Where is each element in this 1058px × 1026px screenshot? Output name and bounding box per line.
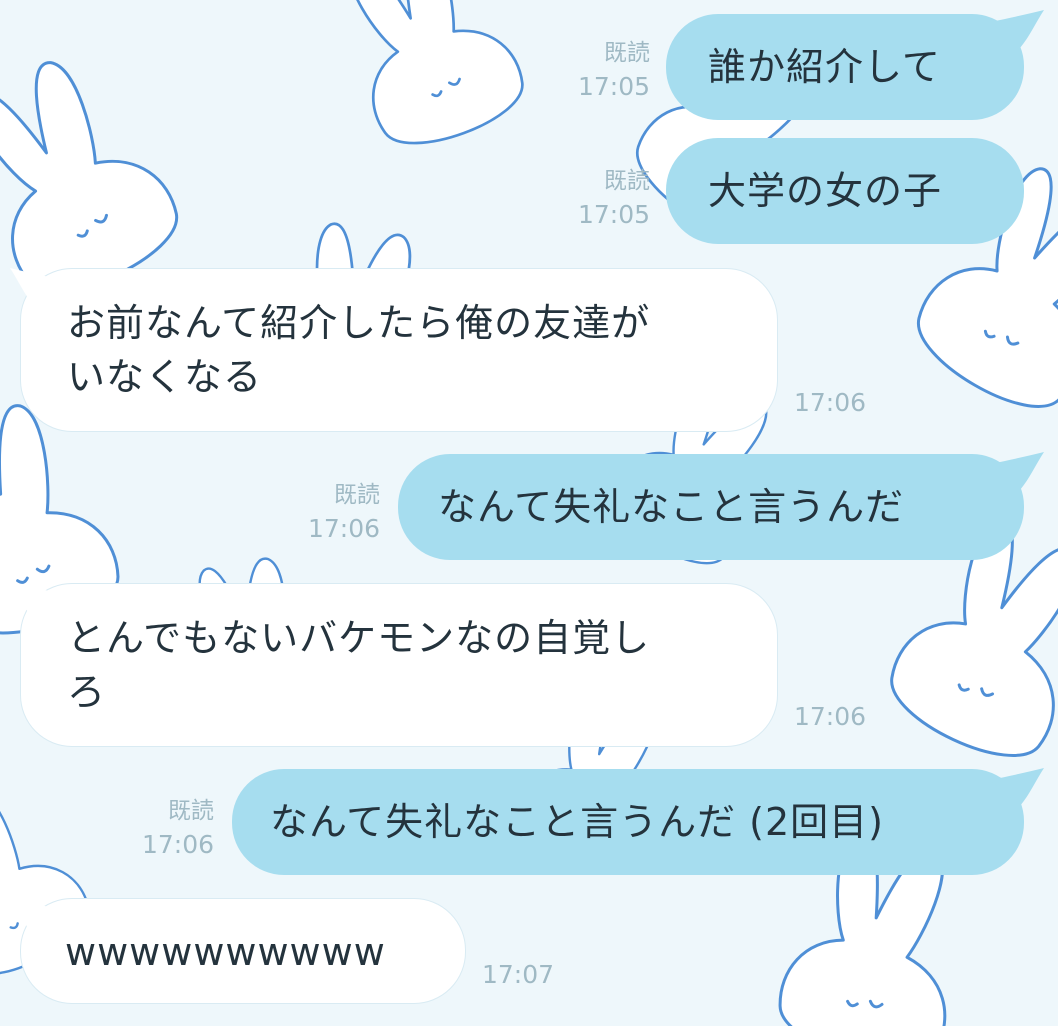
message-text-line: wwwwwwwwww [65,930,386,974]
message-bubble[interactable]: wwwwwwwwww [20,898,466,1004]
bubble-tail-icon [10,898,64,936]
timestamp: 17:07 [482,960,555,989]
message-received-3: wwwwwwwwww 17:07 [0,0,1058,1010]
message-meta: 17:07 [482,958,592,992]
